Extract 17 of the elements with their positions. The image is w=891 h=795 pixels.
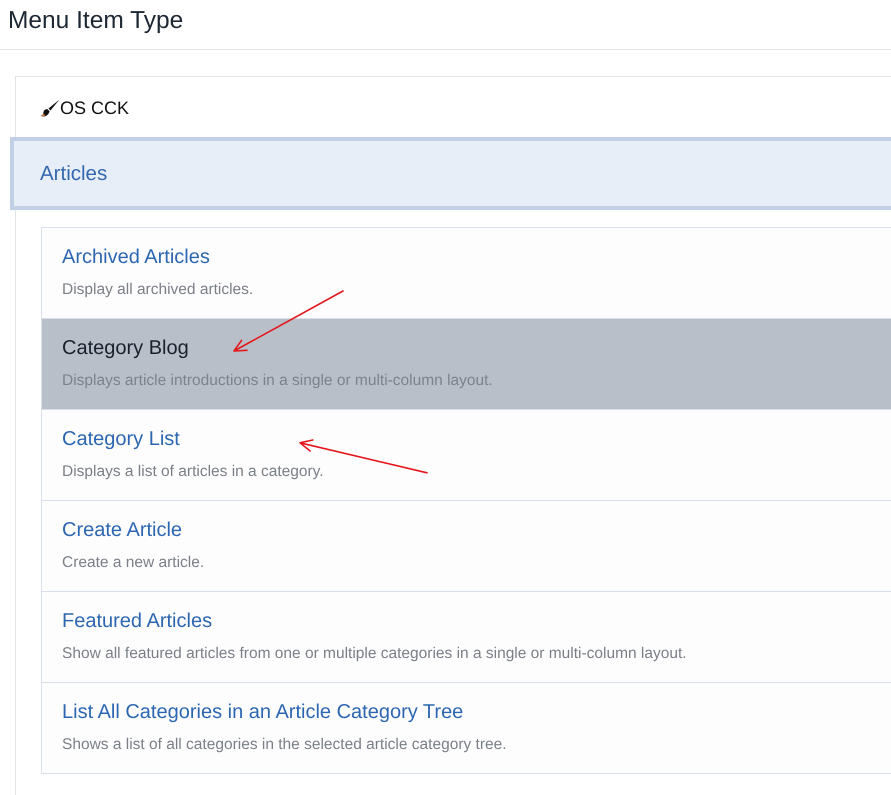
component-name: OS CCK <box>60 97 130 119</box>
option-title[interactable]: List All Categories in an Article Category Tree <box>62 698 464 726</box>
option-description: Displays article introductions in a single or multi-column layout. <box>62 371 493 391</box>
option-title[interactable]: Featured Articles <box>62 607 212 635</box>
dialog-title: Menu Item Type <box>7 6 184 35</box>
option-description: Shows a list of all categories in the selected article category tree. <box>62 735 507 755</box>
menu-type-option[interactable]: Category Blog Displays article introductions in a single or multi-column layout. <box>42 319 891 410</box>
option-title[interactable]: Category List <box>62 425 180 453</box>
option-title[interactable]: Create Article <box>62 516 182 544</box>
group-header[interactable]: Articles <box>10 137 891 210</box>
option-description: Display all archived articles. <box>62 280 254 300</box>
option-title[interactable]: Archived Articles <box>62 243 210 271</box>
option-description: Show all featured articles from one or multiple categories in a single or multi-column layout. <box>62 644 687 664</box>
option-title[interactable]: Category Blog <box>62 334 189 362</box>
option-description: Create a new article. <box>62 553 204 573</box>
paintbrush-icon <box>40 99 60 117</box>
option-description: Displays a list of articles in a category. <box>62 462 324 482</box>
